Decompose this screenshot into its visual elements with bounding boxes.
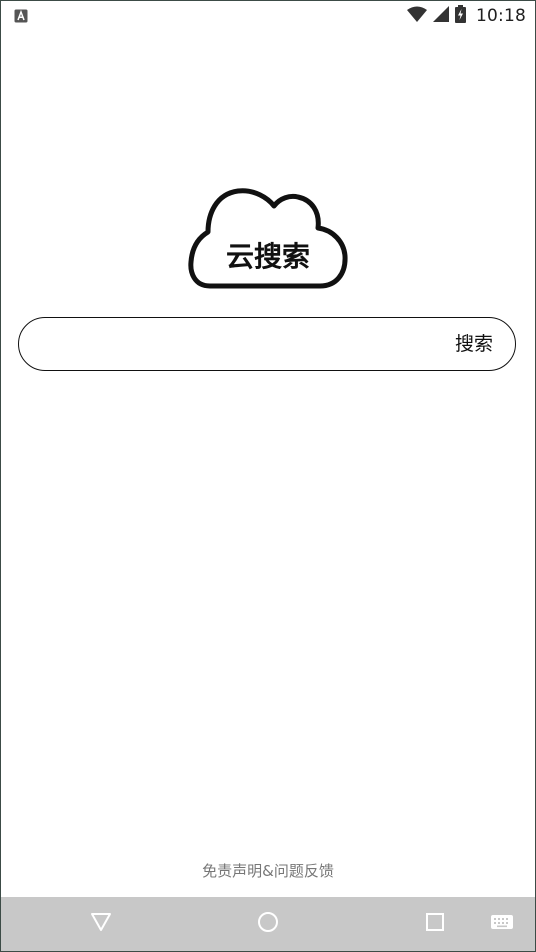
search-input[interactable] [39,326,443,364]
home-icon [257,911,279,937]
logo-text: 云搜索 [226,240,310,273]
device-frame [0,0,536,952]
back-icon [90,912,112,936]
app-logo: 云搜索 [188,186,348,292]
keyboard-icon [490,913,514,935]
disclaimer-feedback-link[interactable]: 免责声明&问题反馈 [0,860,536,881]
search-button[interactable]: 搜索 [455,332,493,356]
recents-icon [425,912,445,936]
status-bar: 10:18 [1,1,535,29]
keyboard-button[interactable] [487,909,517,939]
status-icons: 10:18 [407,5,526,27]
recents-button[interactable] [420,909,450,939]
battery-charging-icon [455,5,466,27]
search-bar: 搜索 [18,317,516,371]
notification-a-icon [14,8,28,23]
back-button[interactable] [86,909,116,939]
status-time: 10:18 [476,6,526,26]
navigation-bar [1,897,535,951]
home-button[interactable] [253,909,283,939]
wifi-icon [407,6,427,26]
cell-signal-icon [433,6,449,26]
